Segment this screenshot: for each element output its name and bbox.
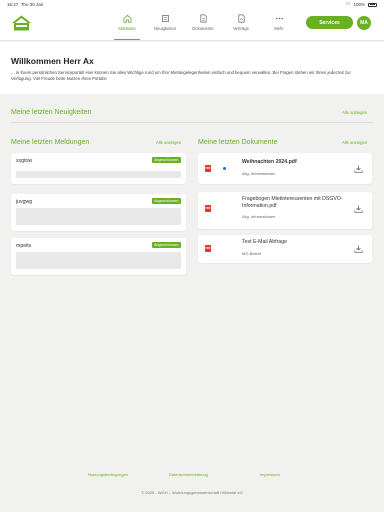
nav-item-neuigkeiten[interactable]: Neuigkeiten	[146, 12, 184, 36]
meldungen-show-all-link[interactable]: Alle anzeigen	[156, 140, 181, 145]
document-card[interactable]: PDF Fragebogen Mietinteressenten mit DSG…	[198, 192, 372, 229]
unread-indicator	[223, 167, 226, 170]
document-category: Allg. Informationen	[242, 171, 276, 176]
download-icon[interactable]	[354, 245, 363, 253]
meldung-card[interactable]: juvgwg Abgeschlossen	[11, 194, 186, 231]
document-card[interactable]: PDF Weihnachten 2024.pdf Allg. Informati…	[198, 153, 372, 184]
meldung-preview-placeholder	[16, 208, 181, 225]
wgh-logo[interactable]	[11, 14, 32, 32]
footer-link-nutzungsbedingungen[interactable]: Nutzungsbedingungen	[88, 472, 128, 477]
nav-label: Startseite	[118, 26, 136, 31]
welcome-text: ... in Ihrem persönlichen Serviceportal!…	[11, 70, 351, 81]
document-icon	[199, 14, 207, 23]
news-icon	[161, 14, 169, 23]
services-button[interactable]: Services	[306, 16, 353, 29]
meldung-card[interactable]: mpeits Abgeschlossen	[11, 238, 186, 275]
document-title: Fragebogen Mietinteressenten mit DSGVO-I…	[242, 196, 343, 209]
dokumente-show-all-link[interactable]: Alle anzeigen	[342, 140, 367, 145]
nav-item-mehr[interactable]: Mehr	[260, 12, 298, 36]
status-badge: Abgeschlossen	[151, 198, 181, 204]
battery-percent: 100%	[353, 2, 365, 7]
document-title: Weihnachten 2024.pdf	[242, 159, 297, 165]
nav-label: Neuigkeiten	[153, 26, 177, 31]
wifi-icon: ◠	[346, 1, 351, 8]
nav-item-startseite[interactable]: Startseite	[108, 12, 146, 40]
nav-label: Mehr	[274, 26, 284, 31]
more-icon	[275, 17, 283, 20]
document-title: Test E-Mail Abfrage	[242, 239, 287, 245]
status-date: Thu 30 Jan	[20, 1, 44, 7]
document-card[interactable]: PDF Test E-Mail Abfrage MG-Beleht	[198, 235, 372, 263]
status-badge: Abgeschlossen	[151, 242, 181, 248]
news-divider	[11, 122, 373, 123]
pdf-icon: PDF	[205, 245, 211, 252]
meldung-title: mpeits	[16, 243, 32, 249]
nav-item-dokumente[interactable]: Dokumente	[184, 12, 222, 36]
copyright: © 2025 - WGH – Wohnungsgenossenschaft Hü…	[141, 490, 243, 495]
home-icon	[123, 14, 131, 23]
pdf-icon: PDF	[205, 165, 211, 172]
contract-icon	[237, 14, 245, 23]
dokumente-section-title: Meine letzten Dokumente	[198, 139, 278, 146]
nav-label: Verträge	[233, 26, 249, 31]
main-nav: Startseite Neuigkeiten Dokumente Verträg…	[108, 12, 298, 40]
pdf-icon: PDF	[205, 205, 211, 212]
news-section-title: Meine letzten Neuigkeiten	[11, 109, 92, 116]
meldung-preview-placeholder	[16, 252, 181, 269]
welcome-title: Willkommen Herr Ax	[11, 56, 94, 66]
document-category: MG-Beleht	[242, 251, 262, 256]
download-icon[interactable]	[354, 165, 363, 173]
meldung-preview-placeholder	[16, 171, 181, 178]
news-show-all-link[interactable]: Alle anzeigen	[342, 110, 367, 115]
nav-label: Dokumente	[192, 26, 214, 31]
download-icon[interactable]	[354, 205, 363, 213]
meldung-title: sxgtow	[16, 158, 33, 164]
meldungen-section-title: Meine letzten Meldungen	[11, 139, 90, 146]
meldung-title: juvgwg	[16, 199, 33, 205]
avatar[interactable]: MA	[357, 16, 371, 30]
document-category: Allg. Informationen	[242, 214, 276, 219]
status-bar: 16:27 Thu 30 Jan ◠ 100%	[0, 0, 384, 8]
footer-link-datenschutz[interactable]: Datenschutzerklärung	[169, 472, 208, 477]
battery-icon	[368, 2, 377, 7]
nav-item-vertraege[interactable]: Verträge	[222, 12, 260, 36]
footer-link-impressum[interactable]: Impressum	[260, 472, 280, 477]
meldung-card[interactable]: sxgtow Abgeschlossen	[11, 153, 186, 184]
status-badge: Abgeschlossen	[151, 157, 181, 163]
welcome-banner: Willkommen Herr Ax ... in Ihrem persönli…	[0, 42, 384, 94]
app-header: 16:27 Thu 30 Jan ◠ 100% Startseite Neuig…	[0, 0, 384, 41]
status-time: 16:27	[7, 1, 19, 7]
